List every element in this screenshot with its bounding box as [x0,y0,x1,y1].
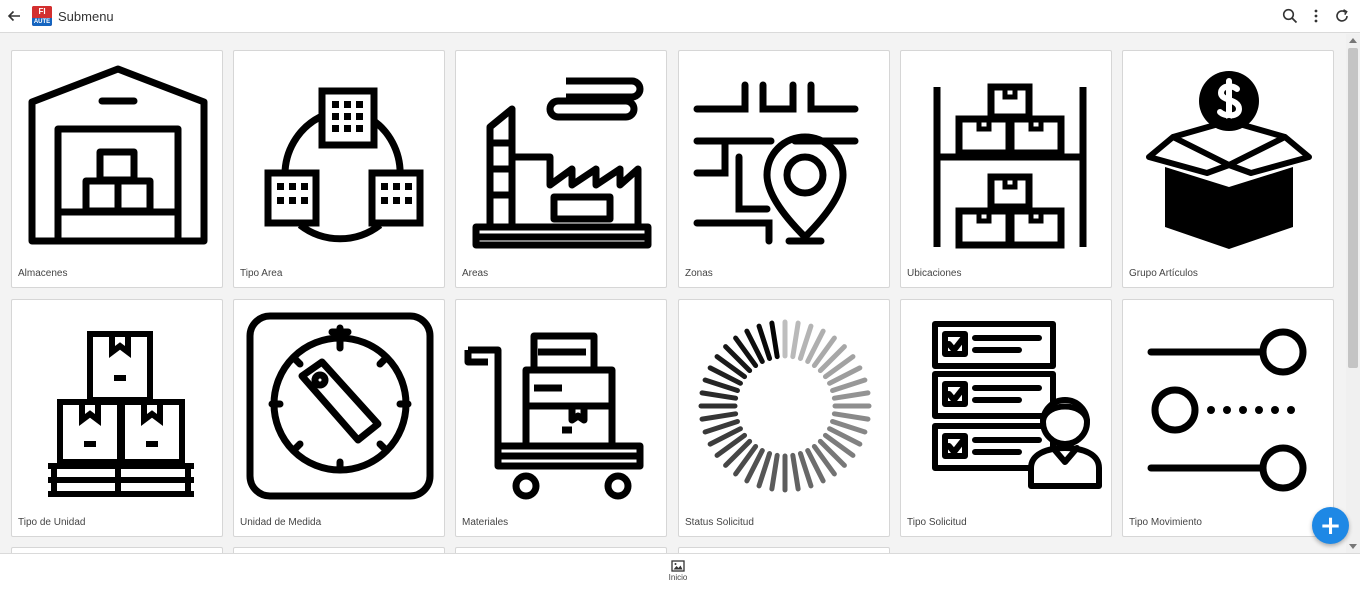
search-button[interactable] [1277,3,1303,29]
pallet-boxes-icon [48,331,194,497]
money-box-icon [1146,71,1312,249]
scroll-down-arrow[interactable] [1349,544,1357,549]
spinner-segment [831,390,871,401]
hand-truck-icon [464,332,644,500]
image-icon [671,560,685,572]
tile-tipo-area[interactable]: Tipo Area [233,50,445,288]
tile-zonas[interactable]: Zonas [678,50,890,288]
arrow-left-icon [7,10,20,22]
warehouse-icon [28,65,208,245]
spinner-segment [769,452,780,492]
tile-tipo-de-unidad[interactable]: Tipo de Unidad [11,299,223,537]
location-map-icon [693,81,859,245]
bottom-navigation: Inicio [0,553,1360,590]
slider-nodes-icon [1147,328,1307,492]
nav-inicio-label: Inicio [668,573,688,582]
tile-label: Unidad de Medida [240,517,322,528]
tile-label: Grupo Artículos [1129,268,1198,279]
tile-materiales[interactable]: Materiales [455,299,667,537]
tile-label: Tipo Movimiento [1129,517,1202,528]
search-icon [1282,8,1298,24]
checklist-person-icon [932,321,1102,489]
tile-label: Zonas [685,268,713,279]
scroll-thumb[interactable] [1348,48,1358,368]
tile-areas[interactable]: Areas [455,50,667,288]
add-fab-button[interactable]: + [1312,507,1349,544]
tile-label: Materiales [462,517,509,528]
tile-ubicaciones[interactable]: Ubicaciones [900,50,1112,288]
tile-label: Tipo Area [240,268,283,279]
tile-label: Areas [462,268,489,279]
refresh-icon [1336,9,1348,22]
tile-status-solicitud[interactable]: Status Solicitud [678,299,890,537]
buildings-network-icon [264,87,424,243]
spinner-segment [831,411,871,422]
tile-tipo-movimiento[interactable]: Tipo Movimiento [1122,299,1334,537]
tile-label: Almacenes [18,268,68,279]
spinner-segment [699,390,739,401]
spinner-segment [790,452,801,492]
back-button[interactable] [2,4,26,28]
tile-label: Ubicaciones [907,268,962,279]
more-options-button[interactable] [1303,3,1329,29]
submenu-grid: Almacenes Tipo Area Areas Zonas Ubicacio… [0,34,1346,553]
tile-label: Tipo de Unidad [18,517,86,528]
scroll-up-arrow[interactable] [1349,38,1357,43]
tile-tipo-solicitud[interactable]: Tipo Solicitud [900,299,1112,537]
page-title: Submenu [58,8,114,24]
spinner-segment [699,411,739,422]
app-logo: FI AUTE [32,6,52,26]
spinner-segment [769,320,780,360]
top-app-bar: FI AUTE Submenu [0,0,1360,33]
factory-icon [472,77,652,249]
measure-dial-icon [246,312,434,500]
more-vertical-icon [1314,9,1318,23]
loading-spinner-icon [698,319,872,493]
tile-unidad-de-medida[interactable]: Unidad de Medida [233,299,445,537]
refresh-button[interactable] [1329,3,1355,29]
nav-inicio[interactable]: Inicio [658,560,698,588]
shelving-boxes-icon [933,83,1087,249]
tile-almacenes[interactable]: Almacenes [11,50,223,288]
plus-icon: + [1319,510,1342,541]
tile-label: Tipo Solicitud [907,517,967,528]
tile-grupo-articulos[interactable]: Grupo Artículos [1122,50,1334,288]
spinner-segment [790,320,801,360]
tile-label: Status Solicitud [685,517,754,528]
vertical-scrollbar[interactable] [1346,34,1360,553]
